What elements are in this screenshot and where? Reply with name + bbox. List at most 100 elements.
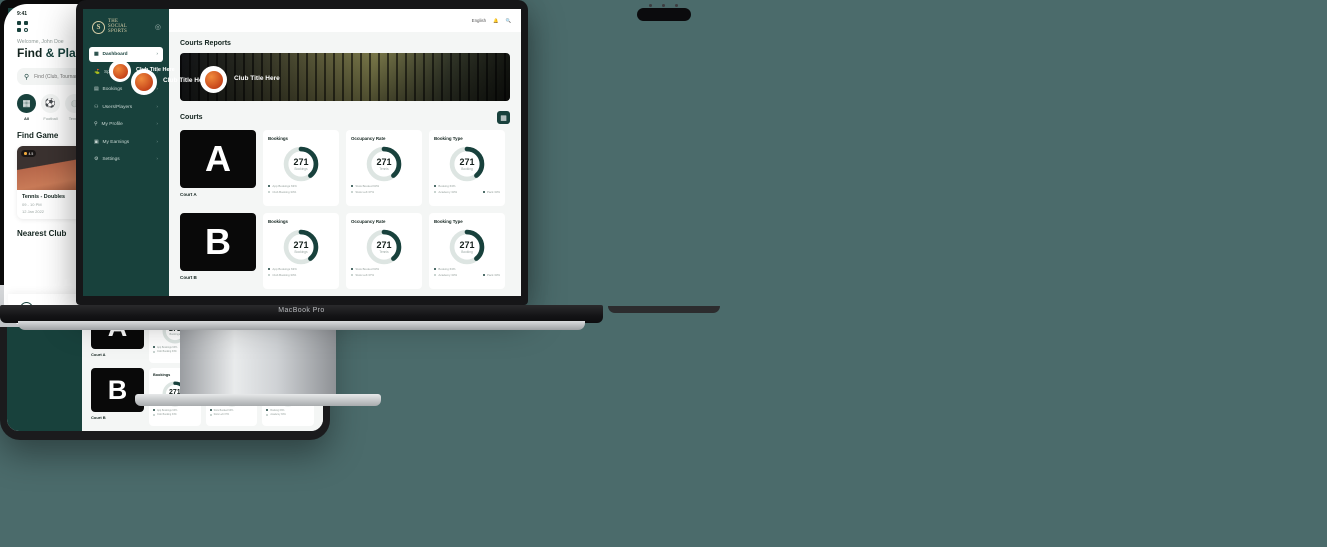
chevron-right-icon: › — [156, 139, 158, 145]
metric-card[interactable]: Booking Type271BookingBooking 63%Academy… — [429, 130, 505, 206]
laptop-sidebar: S THE SOCIAL SPORTS ◎ ▦Dashboard›⛳Sports… — [83, 9, 169, 296]
legend-item: Slots Booked 63% — [209, 409, 254, 412]
sidebar-collapse-icon[interactable]: ◎ — [155, 23, 161, 31]
sidebar-item-label: Dashboard — [102, 52, 128, 58]
sidebar-item-my-earnings[interactable]: ▣My Earnings › — [89, 135, 163, 150]
metric-legend: Slots Booked 63%Slots Left 37% — [209, 409, 254, 416]
legend-dot — [482, 190, 485, 194]
hero-title: Club Title Here — [234, 75, 280, 82]
bento-menu-icon[interactable] — [17, 21, 28, 32]
legend-dot — [434, 184, 437, 188]
sidebar-item-label: Bookings — [102, 87, 123, 93]
nearest-club-heading: Nearest Club — [17, 229, 67, 238]
metric-donut-chart: 271Booking — [449, 229, 485, 265]
legend-item: Slots Left 37% — [351, 190, 417, 194]
sidebar-item-label: Settings — [102, 157, 120, 163]
legend-item: App Bookings 63% — [153, 409, 197, 412]
laptop-body: Courts Reports Club Title Here Courts ▦ … — [169, 32, 521, 296]
legend-dot — [351, 184, 354, 188]
metric-legend: Booking 63% Academy 33% Pack 33% — [434, 267, 500, 277]
macbook-lid: S THE SOCIAL SPORTS ◎ ▦Dashboard›⛳Sports… — [76, 0, 528, 305]
metric-card[interactable]: Bookings271BookingsApp Bookings 63%Club … — [263, 213, 339, 289]
legend-item: Academy 33% — [434, 273, 457, 277]
court-row: BCourt BBookings271BookingsApp Bookings … — [180, 213, 510, 289]
language-label[interactable]: English — [472, 18, 486, 23]
imac-stand-foot — [135, 394, 381, 406]
metric-card[interactable]: Occupancy Rate271TennisSlots Booked 63%S… — [346, 130, 422, 206]
game-date: 12 Jan 2022 — [22, 209, 45, 214]
metric-card-title: Booking Type — [434, 219, 463, 224]
status-time: 9:41 — [17, 11, 28, 17]
metric-sub: Booking — [461, 250, 473, 254]
legend-item: Slots Left 37% — [209, 413, 254, 416]
metric-value: 271 — [459, 240, 475, 250]
logo-monogram-icon: S — [92, 20, 105, 34]
legend-dot — [209, 413, 212, 416]
grid-view-icon[interactable]: ▦ — [497, 111, 510, 124]
game-time: 09 - 10 PM — [22, 202, 42, 207]
chevron-right-icon: › — [156, 87, 158, 93]
metric-sub: Bookings — [294, 250, 308, 254]
legend-dot — [153, 409, 155, 411]
ball-icon — [112, 63, 128, 79]
legend-dot — [209, 409, 212, 411]
metric-sub: Bookings — [169, 333, 181, 336]
earnings-icon: ▣ — [94, 139, 99, 145]
metric-donut-chart: 271Tennis — [366, 229, 402, 265]
legend-dot — [482, 273, 485, 277]
legend-dot — [434, 267, 437, 271]
court-tile-wrap[interactable]: A Court A — [180, 130, 256, 206]
legend-item: Academy 33% — [434, 190, 457, 194]
sidebar-item-settings[interactable]: ⚙Settings › — [89, 152, 163, 167]
metric-card[interactable]: Occupancy Rate271TennisSlots Booked 63%S… — [346, 213, 422, 289]
bell-icon[interactable]: 🔔 — [493, 18, 498, 24]
metric-legend: App Bookings 63%Club Booking 33% — [153, 409, 197, 416]
title-prefix: Find — [17, 46, 46, 60]
metric-card[interactable]: Bookings271BookingsApp Bookings 63%Club … — [263, 130, 339, 206]
legend-item: Pack 33% — [482, 273, 500, 277]
category-label: Football — [43, 116, 58, 121]
court-letter: A — [180, 130, 256, 188]
legend-dot — [153, 413, 155, 416]
chevron-right-icon: › — [156, 122, 158, 128]
court-name: Court B — [91, 415, 106, 420]
sports-icon: ⛳ — [94, 69, 100, 75]
metric-donut-chart: 271Tennis — [366, 146, 402, 182]
sidebar-item-my-profile[interactable]: ⚲My Profile › — [89, 117, 163, 132]
dashboard-icon: ▦ — [94, 52, 99, 58]
chevron-right-icon: › — [156, 52, 158, 58]
ball-icon — [135, 73, 153, 91]
legend-item: Slots Left 37% — [351, 273, 417, 277]
phone-notch — [636, 8, 691, 21]
sidebar-item-label: My Profile — [101, 122, 123, 128]
search-icon[interactable]: 🔍 — [506, 18, 511, 24]
metric-card-title: Occupancy Rate — [351, 136, 386, 141]
metric-card-title: Bookings — [268, 136, 289, 141]
category-football[interactable]: ⚽ Football — [41, 94, 60, 121]
metric-sub: Booking — [461, 167, 473, 171]
ball-icon — [204, 70, 223, 89]
legend-dot — [351, 267, 354, 271]
metric-legend: Booking 63%Academy 33% — [266, 409, 310, 416]
court-tile-wrap[interactable]: B Court B — [180, 213, 256, 289]
football-icon: ⚽ — [41, 94, 60, 113]
metric-value: 271 — [376, 157, 392, 167]
sidebar-item-dashboard[interactable]: ▦Dashboard › — [89, 47, 163, 63]
category-label: All — [23, 116, 30, 121]
laptop-content: English 🔔 🔍 Courts Reports Club Title He… — [169, 9, 521, 296]
legend-dot — [434, 190, 437, 194]
category-all[interactable]: ▦ All — [17, 94, 36, 121]
legend-item: App Bookings 63% — [268, 184, 334, 188]
metric-card[interactable]: Booking Type271BookingBooking 63%Academy… — [429, 213, 505, 289]
legend-item: App Bookings 63% — [268, 267, 334, 271]
legend-item: Club Booking 33% — [268, 273, 334, 277]
calendar-icon: ▤ — [94, 87, 99, 93]
gear-icon: ⚙ — [94, 157, 99, 163]
sidebar-item-users-players[interactable]: ⚇Users/Players › — [89, 100, 163, 115]
court-name: Court B — [180, 275, 197, 280]
metric-donut-chart: 271Booking — [449, 146, 485, 182]
legend-dot — [268, 273, 271, 277]
legend-item: Club Booking 33% — [153, 413, 197, 416]
legend-dot — [268, 184, 271, 188]
laptop-courts-list: A Court A Bookings 271 Bookings App Bookings … — [180, 130, 510, 289]
